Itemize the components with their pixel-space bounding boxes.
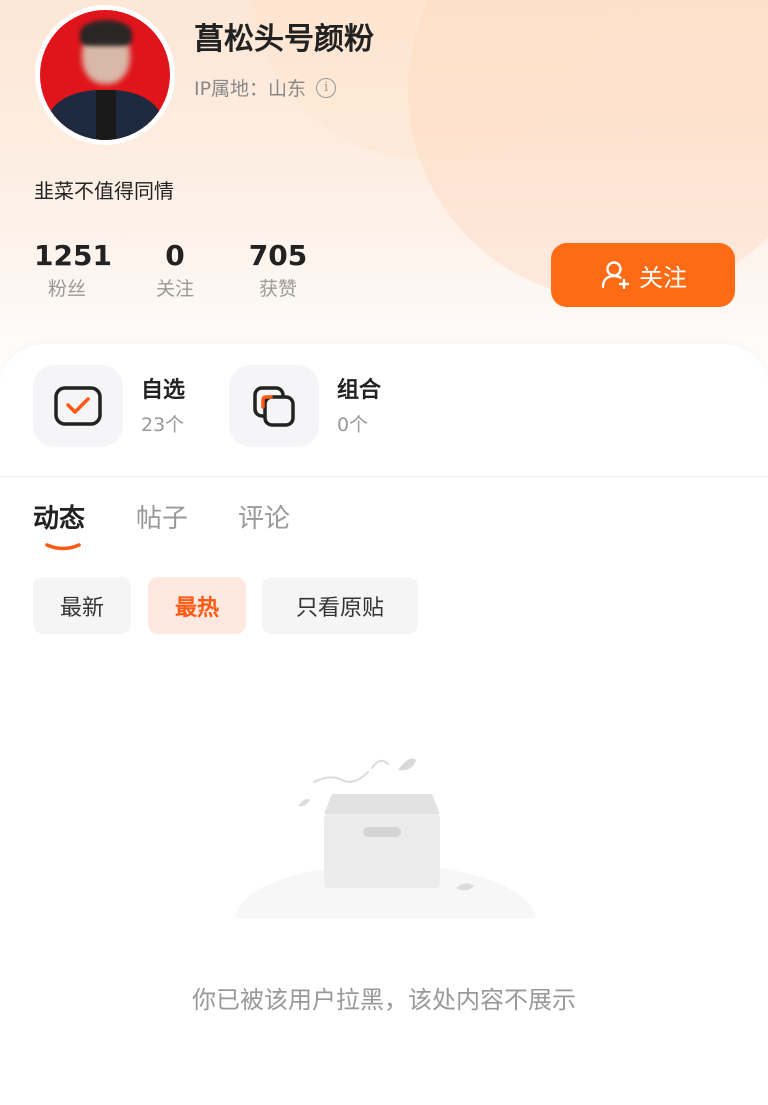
profile-name: 菖松头号颜粉 — [194, 22, 374, 57]
stat-following-label: 关注 — [155, 278, 194, 300]
divider — [0, 476, 768, 477]
portfolio-tile[interactable]: 组合 0个 — [229, 365, 381, 447]
stat-likes-value: 705 — [248, 239, 308, 272]
portfolio-title: 组合 — [337, 378, 382, 403]
tab-posts[interactable]: 帖子 — [136, 498, 188, 535]
follow-button[interactable]: 关注 — [551, 243, 735, 307]
stat-following-value: 0 — [165, 239, 185, 272]
stat-fans[interactable]: 1251 粉丝 — [34, 238, 112, 304]
stat-likes[interactable]: 705 获赞 — [248, 238, 308, 304]
filter-original-only[interactable]: 只看原贴 — [262, 577, 418, 634]
avatar[interactable] — [35, 5, 175, 145]
filter-latest[interactable]: 最新 — [33, 577, 131, 634]
tab-comments[interactable]: 评论 — [238, 498, 290, 535]
portfolio-icon — [253, 386, 295, 427]
empty-box-icon — [230, 758, 540, 930]
follow-button-label: 关注 — [639, 263, 687, 292]
add-user-icon — [601, 261, 630, 290]
watchlist-tile[interactable]: 自选 23个 — [33, 365, 185, 447]
checklist-icon — [54, 386, 102, 426]
empty-state-message: 你已被该用户拉黑，该处内容不展示 — [192, 986, 576, 1014]
tab-activity[interactable]: 动态 — [33, 498, 85, 535]
watchlist-title: 自选 — [141, 378, 186, 403]
stat-likes-label: 获赞 — [258, 278, 297, 300]
portfolio-count: 0个 — [337, 414, 369, 436]
active-tab-indicator — [45, 543, 81, 551]
info-icon[interactable]: i — [316, 77, 337, 98]
watchlist-count: 23个 — [141, 414, 185, 436]
watchlist-icon-container — [33, 365, 123, 447]
ip-location-label: IP属地：山东 — [194, 78, 307, 100]
ip-location: IP属地：山东 i — [194, 74, 337, 101]
stat-fans-value: 1251 — [34, 239, 112, 272]
filter-hottest[interactable]: 最热 — [148, 577, 246, 634]
stat-following[interactable]: 0 关注 — [148, 238, 202, 304]
profile-bio: 韭菜不值得同情 — [34, 179, 174, 203]
portfolio-icon-container — [229, 365, 319, 447]
stat-fans-label: 粉丝 — [47, 278, 86, 300]
